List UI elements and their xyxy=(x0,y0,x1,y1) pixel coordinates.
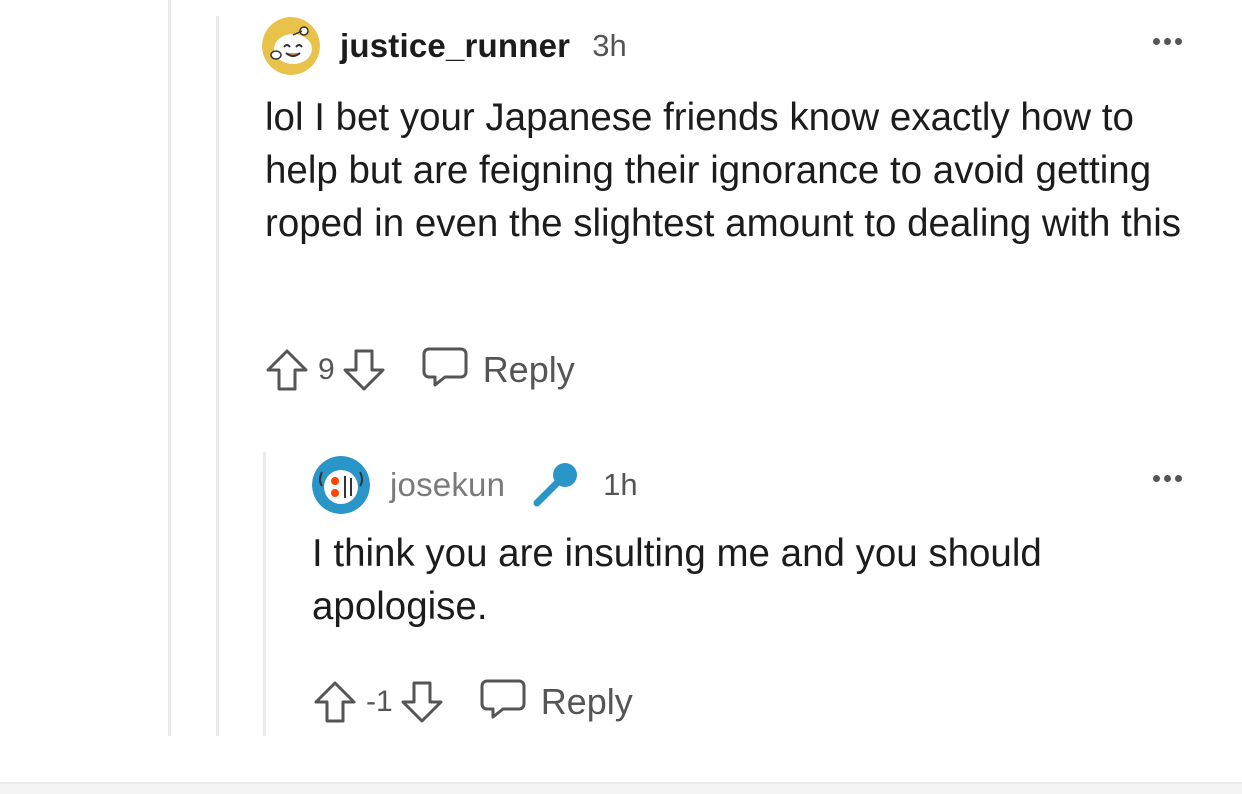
comment-header: josekun 1h xyxy=(312,456,638,514)
comment-body: lol I bet your Japanese friends know exa… xyxy=(265,96,1182,245)
avatar[interactable] xyxy=(262,17,320,75)
reply-button[interactable]: Reply xyxy=(479,677,633,726)
upvote-icon[interactable] xyxy=(264,347,310,393)
snoo-avatar-icon xyxy=(312,456,370,514)
thread-line-child[interactable] xyxy=(263,452,266,736)
username[interactable]: josekun xyxy=(390,466,505,504)
thread-line-outer[interactable] xyxy=(168,0,171,736)
timestamp: 3h xyxy=(592,28,627,63)
downvote-icon[interactable] xyxy=(341,347,387,393)
reply-icon xyxy=(421,345,469,394)
avatar[interactable] xyxy=(312,456,370,514)
reply-button[interactable]: Reply xyxy=(421,345,575,394)
snoo-avatar-icon xyxy=(262,17,320,75)
timestamp: 1h xyxy=(603,467,638,502)
comment-body: I think you are insulting me and you sho… xyxy=(312,532,1042,628)
downvote-icon[interactable] xyxy=(399,679,445,725)
username[interactable]: justice_runner xyxy=(340,27,570,65)
comment-actions: -1 Reply xyxy=(312,677,633,726)
reply-label: Reply xyxy=(482,348,575,390)
more-options-icon[interactable] xyxy=(1153,475,1182,482)
microphone-icon xyxy=(529,459,581,511)
thread-line-parent[interactable] xyxy=(216,16,219,736)
comment-actions: 9 Reply xyxy=(264,345,575,394)
vote-score: 9 xyxy=(318,352,335,386)
divider xyxy=(0,782,1242,794)
reply-label: Reply xyxy=(540,680,633,722)
more-options-icon[interactable] xyxy=(1153,38,1182,45)
vote-score: -1 xyxy=(366,684,393,718)
reply-icon xyxy=(479,677,527,726)
upvote-icon[interactable] xyxy=(312,679,358,725)
comment-header: justice_runner 3h xyxy=(262,17,627,75)
